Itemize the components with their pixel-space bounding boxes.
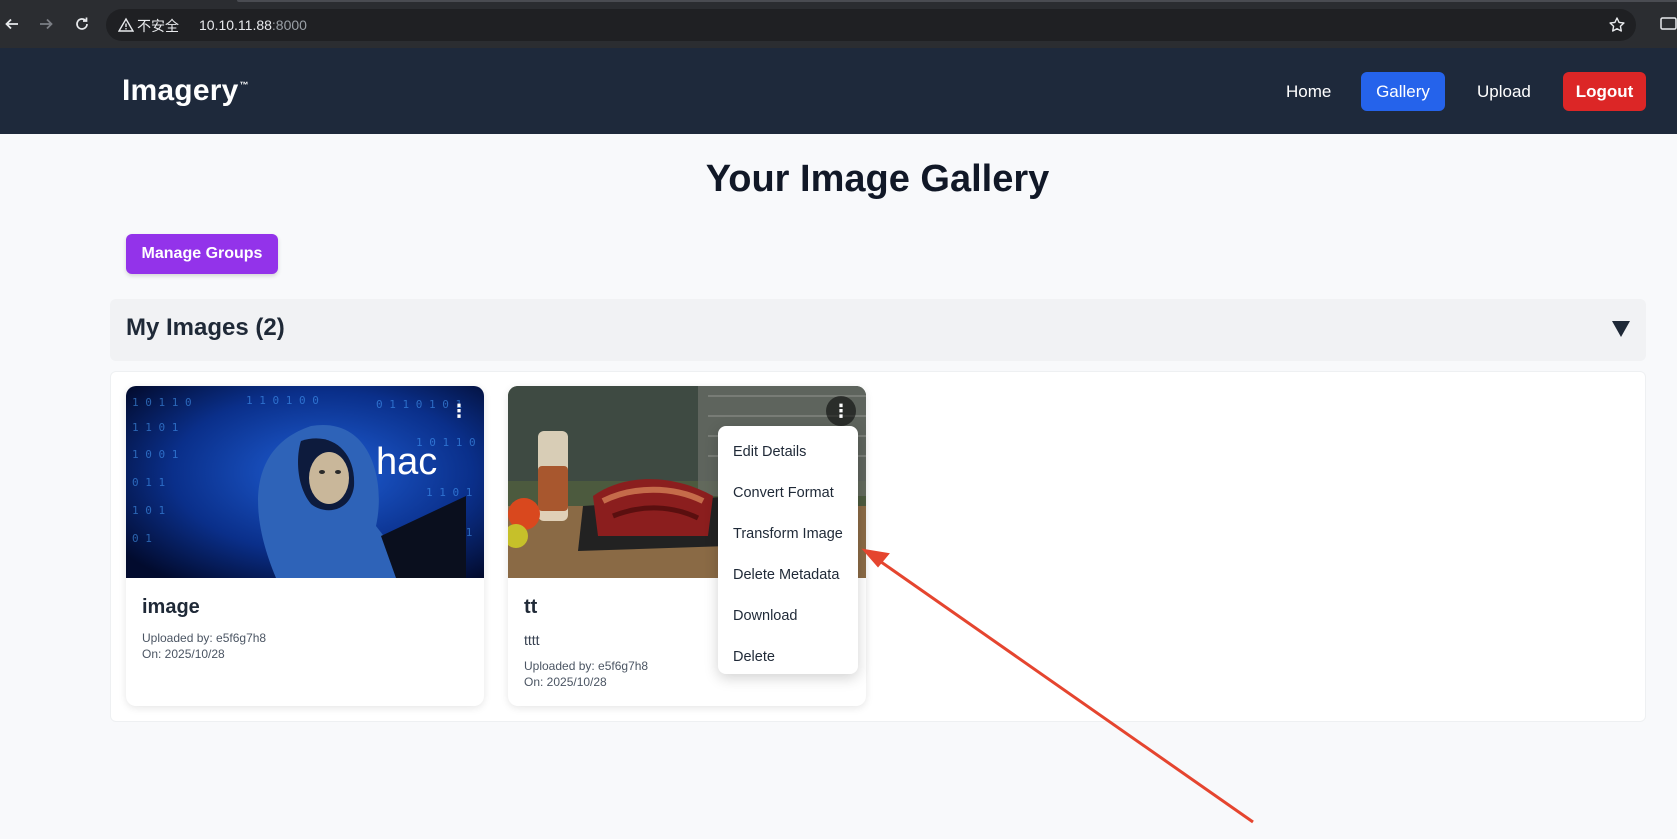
svg-text:1 1 0 1: 1 1 0 1 — [132, 421, 178, 434]
arrow-right-icon — [40, 18, 53, 30]
uploaded-by: Uploaded by: e5f6g7h8 — [524, 659, 649, 673]
insecure-label[interactable]: 不安全 — [137, 16, 179, 36]
my-images-section-header[interactable]: My Images (2) — [110, 299, 1646, 361]
image-thumbnail[interactable]: 1 0 1 1 0 1 1 0 1 1 0 0 1 0 1 1 1 0 1 0 1 1 … — [126, 386, 484, 578]
logo[interactable]: Imagery™ — [122, 74, 249, 108]
meme-overlay-text: hac — [376, 441, 437, 483]
card-meta: Uploaded by: e5f6g7h8 On: 2025/10/28 — [524, 658, 648, 690]
reload-icon — [76, 17, 88, 30]
back-button[interactable] — [0, 12, 24, 36]
svg-text:1 0 1 1 0: 1 0 1 1 0 — [132, 396, 192, 409]
upload-date: On: 2025/10/28 — [142, 647, 225, 661]
menu-item-transform-image[interactable]: Transform Image — [718, 514, 858, 555]
nav-home[interactable]: Home — [1270, 72, 1347, 111]
svg-text:1 0 0 1: 1 0 0 1 — [132, 448, 178, 461]
arrow-left-icon — [5, 18, 18, 30]
upload-date: On: 2025/10/28 — [524, 675, 607, 689]
manage-groups-button[interactable]: Manage Groups — [126, 234, 278, 274]
more-vertical-icon[interactable]: ⋮ — [444, 396, 474, 426]
logo-text: Imagery — [122, 74, 239, 107]
nav-upload[interactable]: Upload — [1461, 72, 1547, 111]
menu-item-delete[interactable]: Delete — [718, 637, 858, 678]
menu-item-convert-format[interactable]: Convert Format — [718, 473, 858, 514]
card-title: image — [142, 596, 200, 618]
warning-icon — [118, 17, 134, 32]
section-title: My Images (2) — [126, 314, 285, 341]
menu-item-edit-details[interactable]: Edit Details — [718, 432, 858, 473]
svg-text:1 0 1: 1 0 1 — [132, 504, 165, 517]
address-bar[interactable]: 不安全 10.10.11.88:8000 — [106, 9, 1636, 41]
forward-button[interactable] — [34, 12, 58, 36]
nav-gallery[interactable]: Gallery — [1361, 72, 1445, 111]
menu-item-delete-metadata[interactable]: Delete Metadata — [718, 555, 858, 596]
app-header: Imagery™ Home Gallery Upload Logout — [0, 48, 1677, 134]
reload-button[interactable] — [70, 12, 94, 36]
menu-item-download[interactable]: Download — [718, 596, 858, 637]
uploaded-by: Uploaded by: e5f6g7h8 — [142, 631, 267, 645]
logo-trademark: ™ — [239, 80, 249, 90]
page-title: Your Image Gallery — [705, 158, 1050, 200]
url-text[interactable]: 10.10.11.88:8000 — [199, 17, 307, 33]
image-actions-menu: Edit Details Convert Format Transform Im… — [718, 426, 858, 674]
url-host: 10.10.11.88 — [199, 17, 272, 33]
more-vertical-icon[interactable]: ⋮ — [826, 396, 856, 426]
svg-text:1 1 0 1 0 0: 1 1 0 1 0 0 — [246, 394, 319, 407]
tab-strip-edge — [237, 0, 1677, 2]
card-meta: Uploaded by: e5f6g7h8 On: 2025/10/28 — [142, 630, 266, 662]
triangle-down-icon[interactable] — [1612, 321, 1630, 337]
url-port: :8000 — [271, 17, 307, 33]
star-icon[interactable] — [1608, 16, 1626, 34]
card-description: tttt — [524, 632, 540, 648]
card-title: tt — [524, 596, 538, 618]
cast-icon[interactable] — [1660, 16, 1677, 33]
image-card[interactable]: 1 0 1 1 0 1 1 0 1 1 0 0 1 0 1 1 1 0 1 0 1 1 … — [126, 386, 484, 706]
svg-text:0 1 1: 0 1 1 — [132, 476, 165, 489]
svg-text:0 1: 0 1 — [132, 532, 152, 545]
logout-button[interactable]: Logout — [1563, 72, 1646, 111]
browser-toolbar: 不安全 10.10.11.88:8000 — [0, 0, 1677, 48]
